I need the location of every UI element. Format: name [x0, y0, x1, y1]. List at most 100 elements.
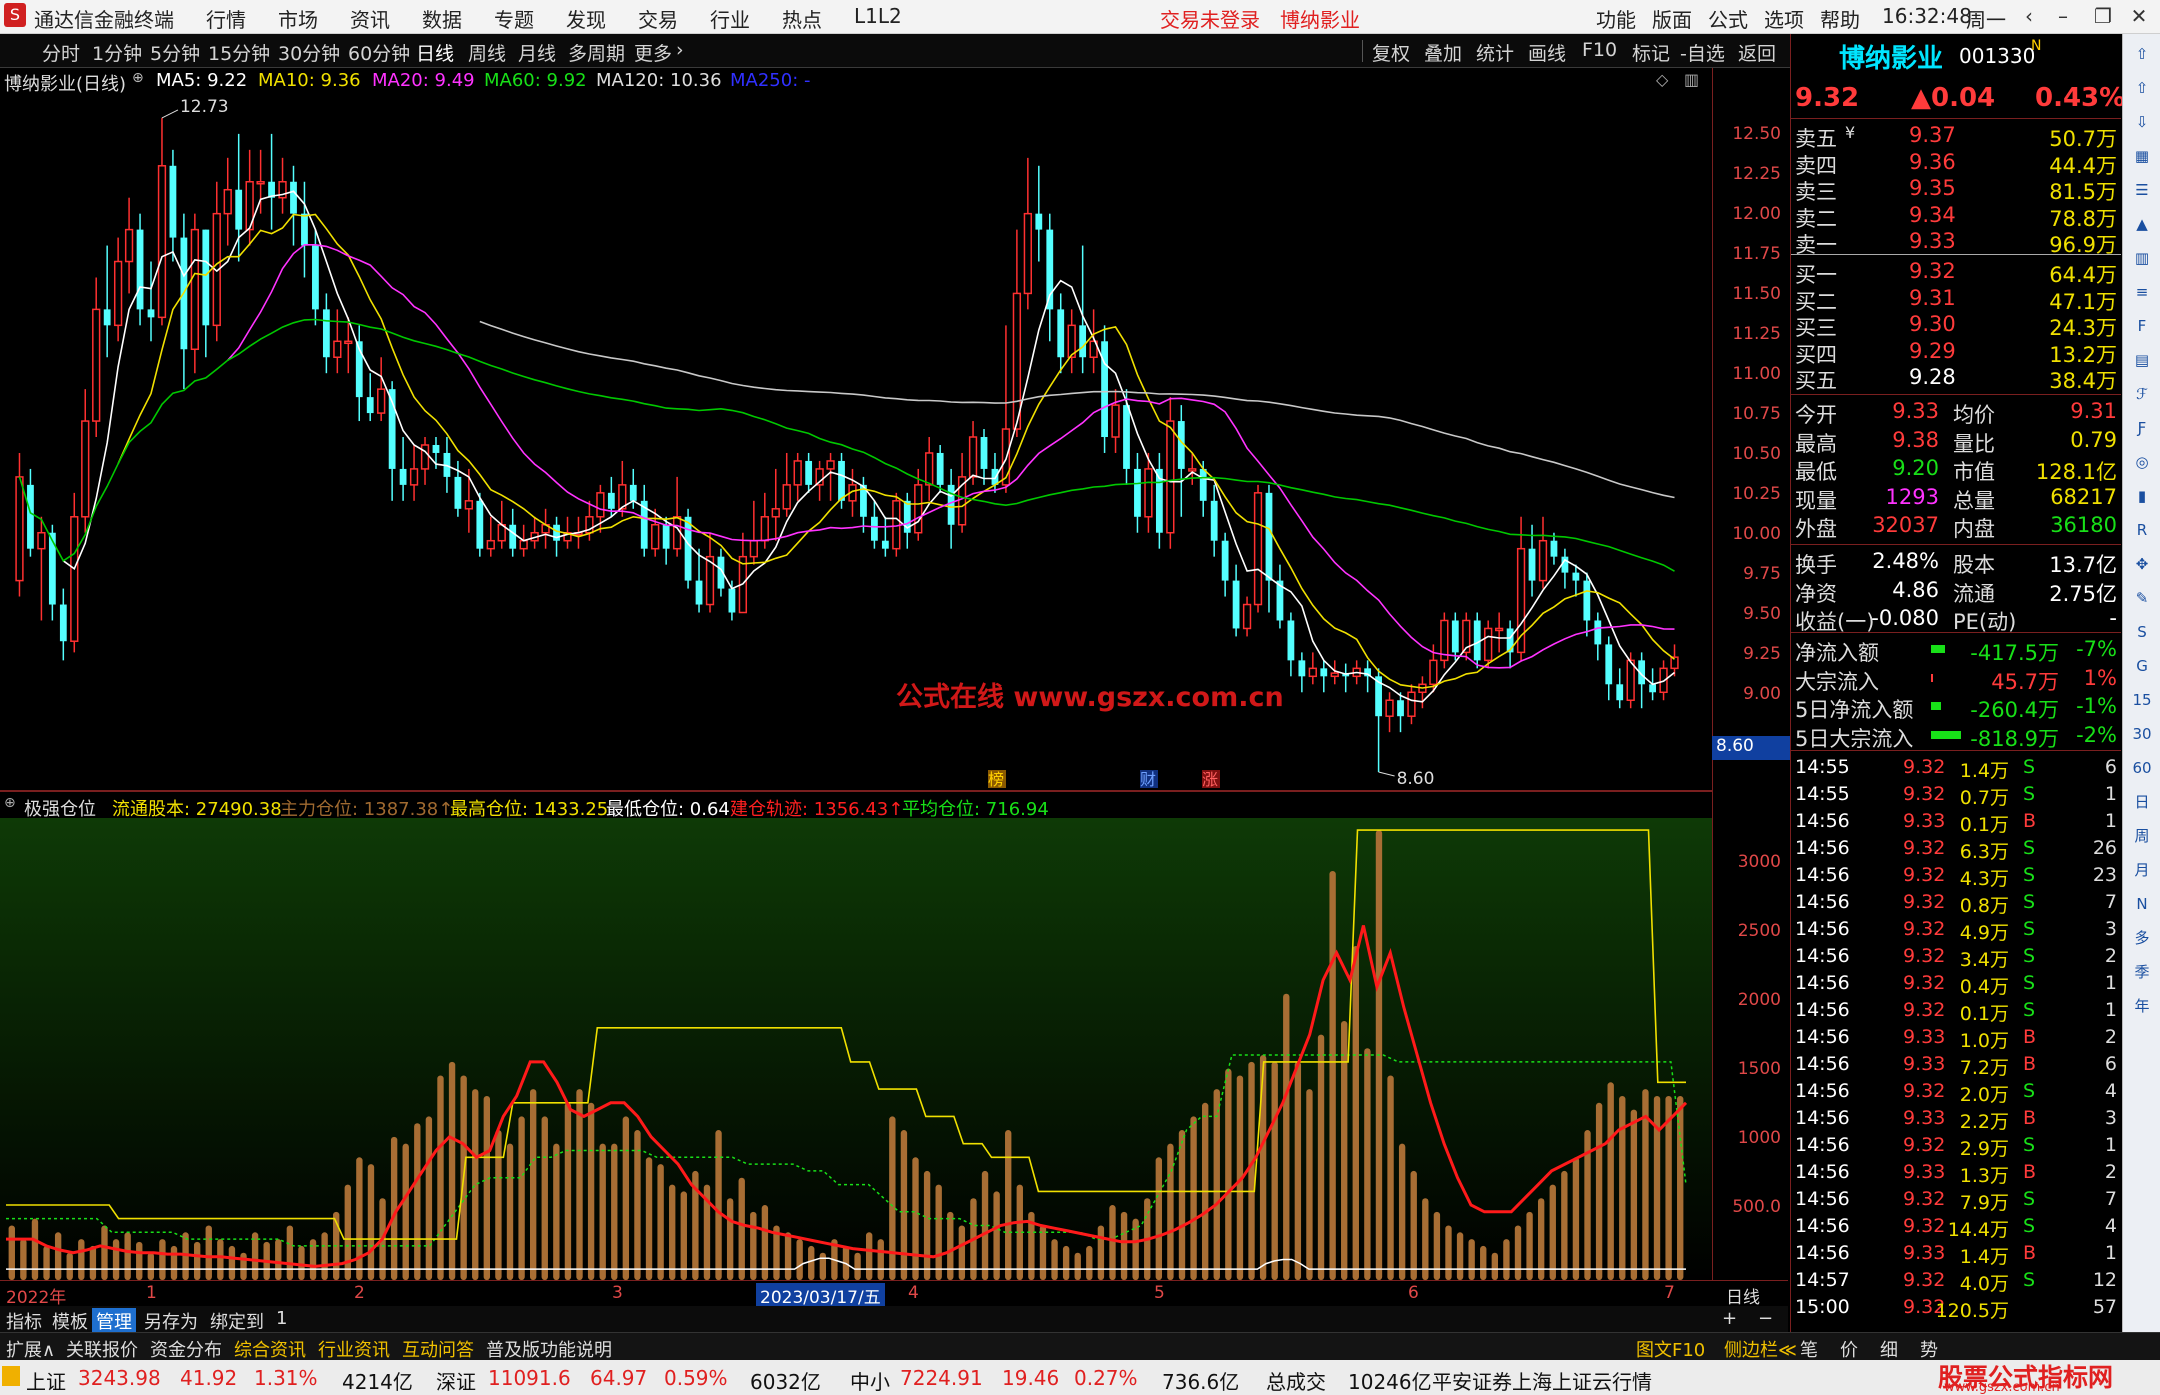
side-period-24[interactable]: 月 [2128, 858, 2156, 882]
menu-jiaoyi[interactable]: 交易 [638, 4, 678, 33]
menu-redian[interactable]: 热点 [782, 4, 822, 33]
side-period-28[interactable]: 年 [2128, 994, 2156, 1018]
zoom-out-button[interactable]: − [1758, 1308, 1773, 1329]
tab-kuozhan[interactable]: 扩展∧ [6, 1336, 55, 1362]
chart-icon[interactable]: ▲ [2128, 212, 2156, 236]
tool-f10[interactable]: F10 [1582, 39, 1617, 61]
settings-icon[interactable]: ⊕ [4, 795, 16, 811]
tab-muban[interactable]: 模板 [52, 1308, 88, 1334]
tab-zonghezixun[interactable]: 综合资讯 [234, 1336, 306, 1362]
tab-xi[interactable]: 细 [1880, 1336, 1898, 1362]
tool-fanhui[interactable]: 返回 [1738, 39, 1776, 66]
tick-row[interactable]: 14:56 9.33 1.3万 B 2 [1791, 1159, 2121, 1187]
side-period-27[interactable]: 季 [2128, 960, 2156, 984]
candlestick-chart[interactable]: 12.73 8.60 公式在线 www.gszx.com.cn 榜 财 涨 [0, 94, 1712, 788]
bid-row[interactable]: 买五 9.28 38.4万 [1791, 364, 2121, 393]
period-label[interactable]: 日线 [1726, 1283, 1760, 1308]
tick-row[interactable]: 14:56 9.32 3.4万 S 2 [1791, 943, 2121, 971]
tick-row[interactable]: 14:56 9.33 7.2万 B 6 [1791, 1051, 2121, 1079]
tab-shi[interactable]: 势 [1920, 1336, 1938, 1362]
tab-tuwen-f10[interactable]: 图文F10 [1636, 1336, 1705, 1362]
side-period-23[interactable]: 周 [2128, 824, 2156, 848]
menu-banmian[interactable]: 版面 [1652, 4, 1692, 33]
side-period-26[interactable]: 多 [2128, 926, 2156, 950]
chevron-right-icon[interactable]: › [676, 39, 684, 61]
tool-tongji[interactable]: 统计 [1476, 39, 1514, 66]
zx-name[interactable]: 中小 [850, 1366, 890, 1395]
f10-icon[interactable]: F [2128, 314, 2156, 338]
marker-cai[interactable]: 财 [1140, 770, 1156, 788]
up-icon[interactable]: ⇧ [2128, 76, 2156, 100]
side-period-20[interactable]: 30 [2128, 722, 2156, 746]
indicator-chart[interactable] [0, 818, 1712, 1280]
menu-bangzhu[interactable]: 帮助 [1820, 4, 1860, 33]
ask-row[interactable]: 卖四 9.36 44.4万 [1791, 149, 2121, 178]
tab-hangyezixun[interactable]: 行业资讯 [318, 1336, 390, 1362]
s-icon[interactable]: S [2128, 620, 2156, 644]
circle-icon[interactable]: ◎ [2128, 450, 2156, 474]
ask-row[interactable]: 卖五 ¥9.37 50.7万 [1791, 122, 2121, 151]
tab-lingcunwei[interactable]: 另存为 [144, 1308, 198, 1334]
period-5min[interactable]: 5分钟 [150, 39, 200, 66]
menu-gongshi[interactable]: 公式 [1708, 4, 1748, 33]
side-period-21[interactable]: 60 [2128, 756, 2156, 780]
menu-hangye[interactable]: 行业 [710, 4, 750, 33]
tick-row[interactable]: 14:55 9.32 1.4万 S 6 [1791, 754, 2121, 782]
tick-row[interactable]: 14:56 9.32 0.1万 S 1 [1791, 997, 2121, 1025]
tool-zixuan[interactable]: -自选 [1680, 39, 1725, 66]
menu-shuju[interactable]: 数据 [422, 4, 462, 33]
tick-row[interactable]: 14:56 9.32 0.8万 S 7 [1791, 889, 2121, 917]
tab-cebianlan[interactable]: 侧边栏≪ [1724, 1336, 1797, 1362]
pen-icon[interactable]: ✎ [2128, 586, 2156, 610]
tick-row[interactable]: 14:56 9.33 0.1万 B 1 [1791, 808, 2121, 836]
f-icon[interactable]: ℱ [2128, 382, 2156, 406]
move-icon[interactable]: ✥ [2128, 552, 2156, 576]
tick-row[interactable]: 14:56 9.32 2.9万 S 1 [1791, 1132, 2121, 1160]
menu-shichang[interactable]: 市场 [278, 4, 318, 33]
ask-row[interactable]: 卖一 9.33 96.9万 [1791, 228, 2121, 257]
grid-icon[interactable]: ▦ [2128, 144, 2156, 168]
tab-bangdingdao[interactable]: 绑定到 [210, 1308, 264, 1334]
marker-bang[interactable]: 榜 [988, 770, 1004, 788]
ask-row[interactable]: 卖三 9.35 81.5万 [1791, 175, 2121, 204]
hist-icon[interactable]: ▮ [2128, 484, 2156, 508]
g-icon[interactable]: G [2128, 654, 2156, 678]
tick-row[interactable]: 14:56 9.32 7.9万 S 7 [1791, 1186, 2121, 1214]
menu-hangqing[interactable]: 行情 [206, 4, 246, 33]
tick-row[interactable]: 14:56 9.32 4.3万 S 23 [1791, 862, 2121, 890]
bid-row[interactable]: 买四 9.29 13.2万 [1791, 338, 2121, 367]
tool-fuquan[interactable]: 复权 [1372, 39, 1410, 66]
tab-zijinfenbu[interactable]: 资金分布 [150, 1336, 222, 1362]
minimize-icon[interactable]: – [2046, 2, 2080, 30]
menu-zhuanti[interactable]: 专题 [494, 4, 534, 33]
tab-bi[interactable]: 笔 [1800, 1336, 1818, 1362]
f2-icon[interactable]: Ƒ [2128, 416, 2156, 440]
tab-guanli[interactable]: 管理 [92, 1308, 136, 1334]
bid-row[interactable]: 买三 9.30 24.3万 [1791, 311, 2121, 340]
period-15min[interactable]: 15分钟 [208, 39, 270, 66]
tool-biaoji[interactable]: 标记 [1632, 39, 1670, 66]
restore-icon[interactable]: ❐ [2086, 2, 2120, 30]
tick-row[interactable]: 14:56 9.32 2.0万 S 4 [1791, 1078, 2121, 1106]
rsi-icon[interactable]: R [2128, 518, 2156, 542]
period-monthly[interactable]: 月线 [518, 39, 556, 66]
tick-row[interactable]: 15:00 9.32 120.5万 57 [1791, 1294, 2121, 1322]
tick-row[interactable]: 14:56 9.32 14.4万 S 4 [1791, 1213, 2121, 1241]
trade-status[interactable]: 交易未登录 [1160, 4, 1260, 33]
back-icon[interactable]: ‹ [2012, 2, 2046, 30]
close-icon[interactable]: ✕ [2122, 2, 2156, 30]
sh-name[interactable]: 上证 [26, 1366, 66, 1395]
bid-row[interactable]: 买一 9.32 64.4万 [1791, 258, 2121, 287]
tab-zhibiao[interactable]: 指标 [6, 1308, 42, 1334]
settings-icon[interactable]: ⊕ [132, 70, 144, 86]
menu-xuanxiang[interactable]: 选项 [1764, 4, 1804, 33]
menu-zixun[interactable]: 资讯 [350, 4, 390, 33]
tick-row[interactable]: 14:56 9.33 1.4万 B 1 [1791, 1240, 2121, 1268]
tab-guanlianbaojia[interactable]: 关联报价 [66, 1336, 138, 1362]
menu-l1l2[interactable]: L1L2 [854, 4, 902, 28]
list-icon[interactable]: ☰ [2128, 178, 2156, 202]
tick-row[interactable]: 14:56 9.33 2.2万 B 3 [1791, 1105, 2121, 1133]
period-multi[interactable]: 多周期 [568, 39, 625, 66]
period-60min[interactable]: 60分钟 [348, 39, 410, 66]
sz-name[interactable]: 深证 [436, 1366, 476, 1395]
